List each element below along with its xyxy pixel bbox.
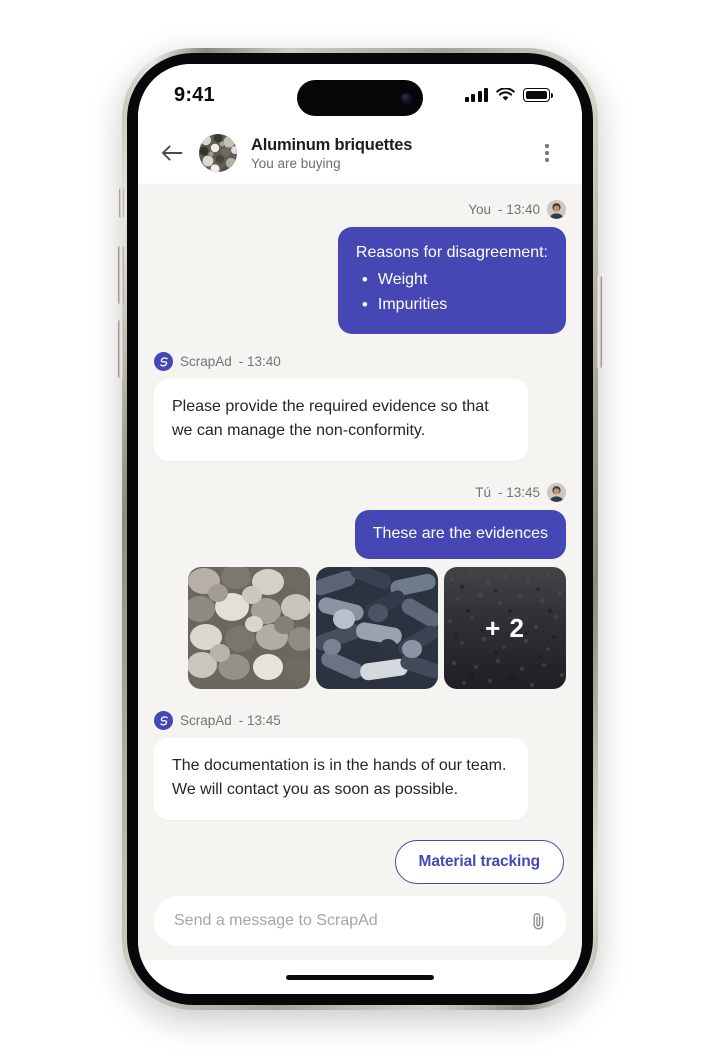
chat-header: Aluminum briquettes You are buying	[138, 122, 582, 184]
status-indicators	[464, 88, 553, 102]
message-time: - 13:40	[238, 354, 281, 370]
user-avatar-photo	[547, 200, 566, 219]
user-avatar	[547, 200, 566, 219]
message-input-placeholder[interactable]: Send a message to ScrapAd	[174, 912, 530, 930]
status-time: 9:41	[174, 83, 215, 106]
dynamic-island	[297, 80, 423, 116]
conversation-avatar[interactable]	[199, 134, 237, 172]
message-list[interactable]: You - 13:40 Reasons for disagreement: • …	[138, 184, 582, 960]
light-gray-metal-briquettes-photo	[188, 567, 310, 690]
volume-up-button[interactable]	[118, 246, 124, 304]
more-images-count: + 2	[444, 567, 566, 690]
message-outgoing: Tú - 13:45 These are the evidences + 2	[154, 482, 566, 690]
message-time: - 13:45	[497, 484, 540, 500]
conversation-subtitle: You are buying	[251, 155, 341, 171]
paperclip-icon[interactable]	[530, 912, 547, 931]
phone-device-frame: 9:41 Aluminum briquettes You are buying …	[118, 48, 602, 1010]
bullet-item: Weight	[356, 268, 548, 292]
message-sender: You	[468, 202, 491, 217]
home-indicator-bar[interactable]	[286, 974, 434, 980]
scrapad-logo-icon	[154, 711, 173, 731]
message-meta: ScrapAd - 13:40	[154, 352, 281, 372]
message-meta: You - 13:40	[468, 200, 566, 219]
aluminum-briquettes-thumbnail	[199, 134, 237, 172]
message-bubble: The documentation is in the hands of our…	[154, 738, 528, 820]
power-button[interactable]	[596, 276, 602, 368]
message-meta: ScrapAd - 13:45	[154, 711, 281, 731]
message-incoming: ScrapAd - 13:40 Please provide the requi…	[154, 352, 566, 461]
gallery-thumbnail[interactable]	[188, 567, 310, 690]
message-sender: Tú	[475, 484, 491, 500]
home-indicator-area	[138, 960, 582, 994]
phone-screen: 9:41 Aluminum briquettes You are buying …	[138, 64, 582, 994]
message-heading: Reasons for disagreement:	[355, 244, 548, 261]
gallery-thumbnail-more[interactable]: + 2	[444, 567, 566, 690]
bullet-item: Impurities	[356, 293, 548, 317]
front-camera-lens-icon	[401, 92, 412, 104]
message-bubble: These are the evidences	[354, 509, 566, 560]
scrapad-swirl-glyph	[159, 356, 168, 367]
back-button[interactable]	[155, 136, 189, 170]
back-arrow-icon	[161, 145, 183, 161]
message-composer[interactable]: Send a message to ScrapAd	[154, 896, 566, 946]
message-time: - 13:40	[497, 202, 540, 217]
message-bullet-list: Weight Impurities	[356, 268, 548, 318]
page-title: Aluminum briquettes	[251, 135, 413, 154]
message-incoming: ScrapAd - 13:45 The documentation is in …	[154, 711, 566, 820]
silent-switch-button[interactable]	[119, 188, 124, 218]
message-sender: ScrapAd	[180, 354, 232, 370]
user-avatar-photo	[547, 482, 566, 502]
scrapad-logo-icon	[154, 352, 173, 372]
dark-blue-metal-cylinders-photo	[316, 567, 438, 690]
message-sender: ScrapAd	[180, 713, 232, 729]
message-bubble: Please provide the required evidence so …	[154, 379, 528, 461]
message-meta: Tú - 13:45	[475, 482, 566, 502]
message-bubble: Reasons for disagreement: Weight Impurit…	[337, 227, 566, 335]
gallery-thumbnail[interactable]	[316, 567, 438, 690]
attachment-gallery: + 2	[188, 567, 566, 690]
message-time: - 13:45	[238, 713, 281, 729]
user-avatar	[547, 482, 566, 502]
message-outgoing: You - 13:40 Reasons for disagreement: • …	[154, 200, 566, 335]
quick-actions: Material tracking	[154, 840, 566, 884]
scrapad-swirl-glyph	[159, 716, 168, 726]
wifi-icon	[496, 88, 515, 101]
battery-full-icon	[523, 88, 553, 102]
volume-down-button[interactable]	[118, 320, 124, 378]
cellular-signal-icon	[464, 88, 488, 102]
status-bar: 9:41	[138, 64, 582, 122]
kebab-menu-icon[interactable]	[532, 136, 562, 170]
material-tracking-button[interactable]: Material tracking	[394, 840, 564, 884]
conversation-title-block: Aluminum briquettes You are buying	[251, 136, 532, 171]
